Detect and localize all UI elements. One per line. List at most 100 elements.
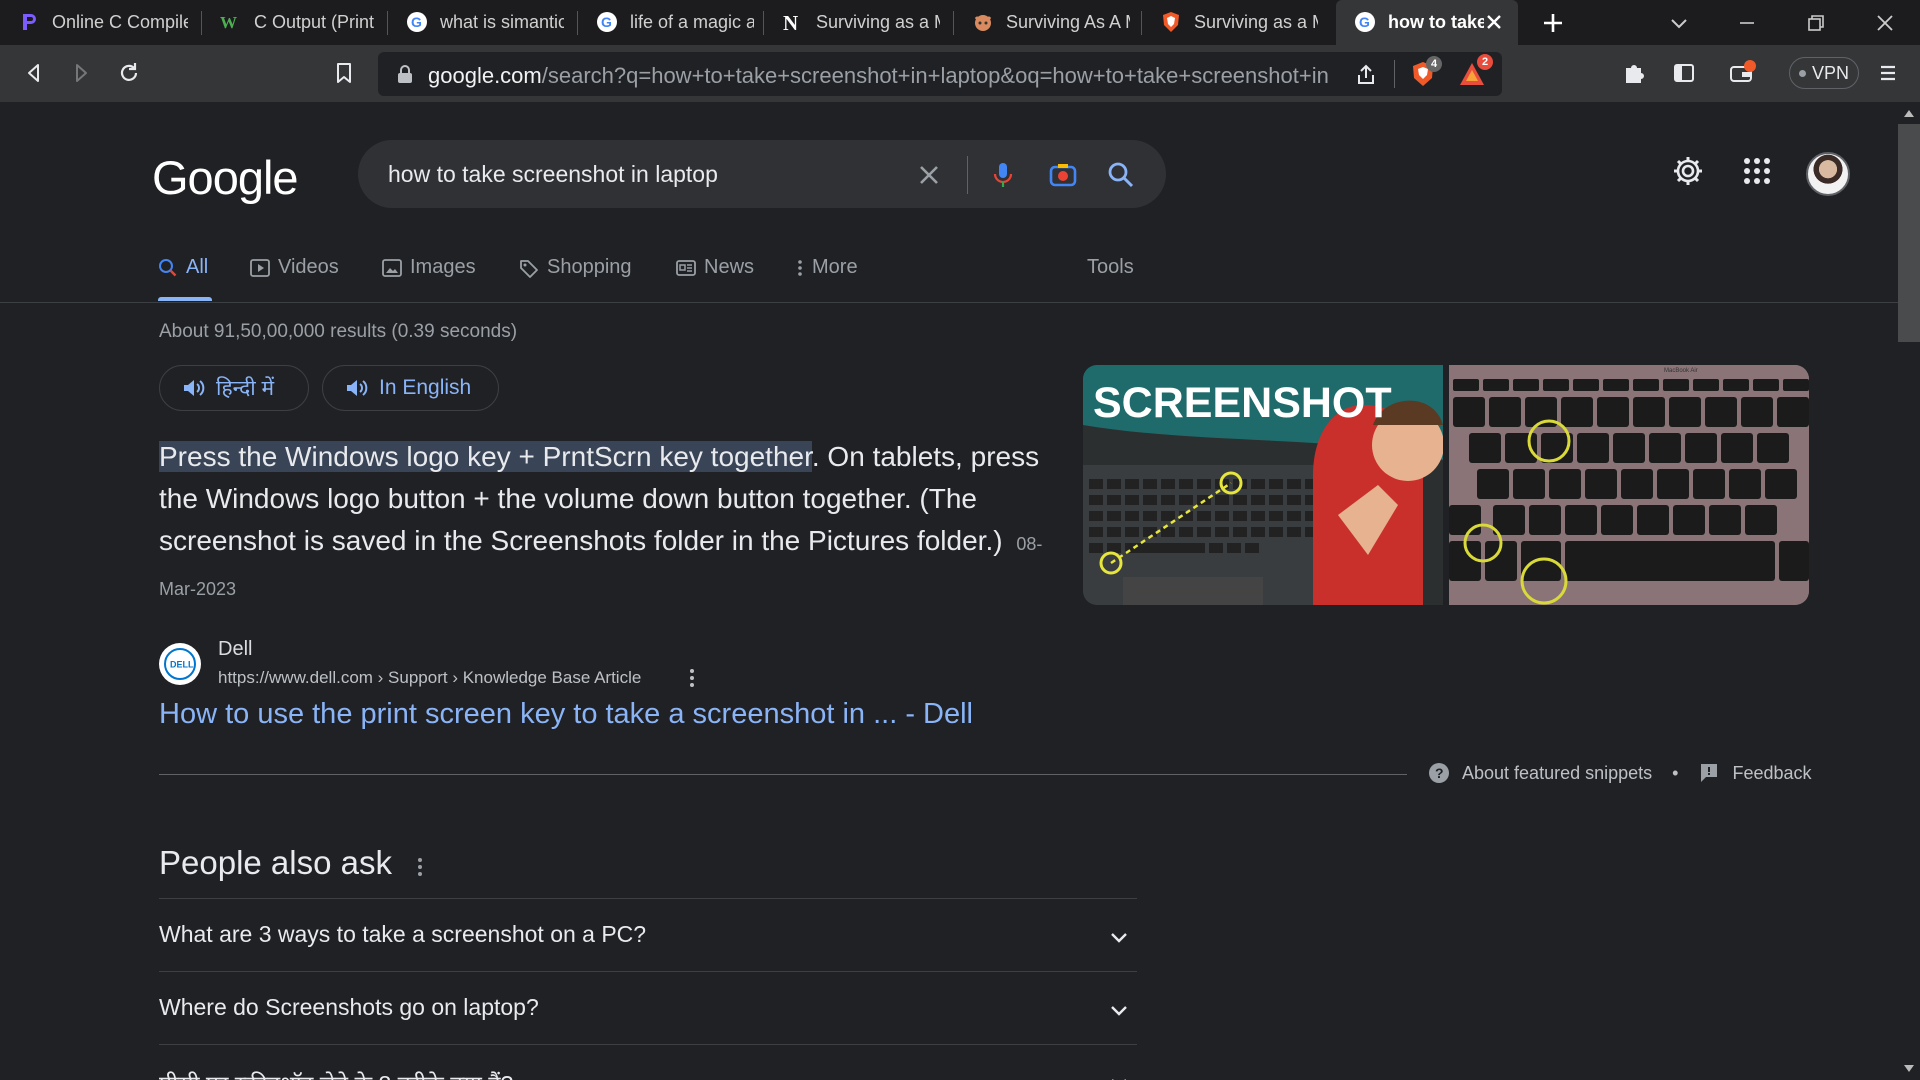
omnibox-divider [1394, 60, 1395, 88]
sidebar-icon[interactable] [1670, 59, 1698, 87]
tab-1[interactable]: Online C Compile [0, 0, 202, 45]
more-options-icon[interactable] [410, 854, 430, 880]
tab-all[interactable]: All [158, 256, 208, 279]
tab-2[interactable]: W C Output (Print T [202, 0, 388, 45]
svg-text:G: G [411, 14, 422, 30]
speaker-icon [184, 380, 205, 396]
tab-videos[interactable]: Videos [250, 256, 339, 279]
clear-search-icon[interactable] [914, 160, 944, 190]
tab-search-chevron-icon[interactable] [1666, 10, 1692, 36]
tab-more-label: More [812, 256, 858, 278]
snippet-image-1[interactable]: SCREENSHOT [1083, 365, 1443, 605]
account-avatar[interactable] [1806, 152, 1850, 196]
address-bar[interactable]: google.com/search?q=how+to+take+screensh… [378, 52, 1502, 96]
close-tab-icon[interactable] [1484, 12, 1504, 32]
scroll-down-arrow-icon[interactable] [1903, 1064, 1915, 1074]
paa-question-text: What are 3 ways to take a screenshot on … [159, 921, 647, 947]
settings-gear-icon[interactable] [1671, 154, 1705, 188]
apps-grid-icon[interactable] [1740, 154, 1774, 188]
people-also-ask-title: People also ask [159, 844, 392, 881]
minimize-icon[interactable] [1734, 10, 1760, 36]
restore-icon[interactable] [1803, 10, 1829, 36]
video-play-icon [250, 258, 270, 277]
tab-more[interactable]: More [796, 256, 858, 279]
url-host: google.com [428, 63, 542, 88]
feedback-link[interactable]: Feedback [1732, 763, 1811, 784]
paa-question-3[interactable]: पीसी पर स्क्रीनशॉट लेने के 3 तरीके क्या … [159, 1044, 1137, 1080]
reload-icon[interactable] [115, 59, 143, 87]
search-input[interactable]: how to take screenshot in laptop [388, 161, 718, 188]
tab-6[interactable]: Surviving As A M [954, 0, 1142, 45]
about-snippets-link[interactable]: About featured snippets [1462, 763, 1652, 784]
paa-question-1[interactable]: What are 3 ways to take a screenshot on … [159, 898, 1137, 971]
tab-shopping[interactable]: Shopping [519, 256, 632, 279]
tab-7[interactable]: Surviving as a M [1142, 0, 1330, 45]
lock-icon[interactable] [396, 64, 414, 84]
tab-title: what is simantic [440, 12, 564, 32]
svg-text:W: W [220, 13, 237, 32]
snippet-highlight: Press the Windows logo key + PrntScrn ke… [159, 441, 812, 472]
tools-label: Tools [1087, 256, 1134, 278]
extensions-puzzle-icon[interactable] [1620, 59, 1648, 87]
google-icon: G [597, 12, 617, 32]
new-tab-icon[interactable] [1540, 10, 1566, 36]
listen-english-label: In English [379, 376, 472, 399]
back-icon[interactable] [20, 59, 48, 87]
brave-shield-icon [1163, 12, 1179, 32]
source-name[interactable]: Dell [218, 638, 252, 661]
tab-active[interactable]: G how to take s [1336, 0, 1518, 45]
results-stats: About 91,50,00,000 results (0.39 seconds… [159, 321, 518, 342]
newspaper-icon [676, 259, 696, 276]
google-icon: G [1355, 12, 1375, 32]
image-icon [382, 258, 402, 277]
google-logo[interactable]: Google [152, 150, 299, 205]
tab-3[interactable]: G what is simantic [388, 0, 578, 45]
chevron-down-icon [1111, 933, 1127, 943]
svg-text:N: N [783, 11, 798, 33]
search-box[interactable]: how to take screenshot in laptop [358, 140, 1166, 208]
scrollbar-thumb[interactable] [1898, 124, 1920, 342]
speaker-icon [347, 380, 368, 396]
tab-news[interactable]: News [676, 256, 754, 279]
camera-lens-icon[interactable] [1048, 160, 1078, 190]
source-url[interactable]: https://www.dell.com › Support › Knowled… [218, 668, 641, 688]
microphone-icon[interactable] [988, 160, 1018, 190]
vpn-button[interactable]: VPN [1789, 57, 1859, 89]
paa-question-2[interactable]: Where do Screenshots go on laptop? [159, 971, 1137, 1044]
result-title-link[interactable]: How to use the print screen key to take … [159, 698, 973, 731]
paa-question-text: पीसी पर स्क्रीनशॉट लेने के 3 तरीके क्या … [159, 1067, 513, 1080]
bookmark-icon[interactable] [330, 59, 358, 87]
svg-text:?: ? [1435, 765, 1444, 781]
tab-4[interactable]: G life of a magic ac [578, 0, 764, 45]
listen-hindi-button[interactable]: हिन्दी में [159, 365, 309, 411]
wallet-icon[interactable] [1728, 59, 1756, 87]
svg-text:G: G [1359, 14, 1370, 30]
google-icon: G [407, 12, 427, 32]
tab-title: Surviving as a M [816, 12, 940, 32]
tab-images[interactable]: Images [382, 256, 476, 279]
search-results-page: Google how to take screenshot in laptop … [0, 102, 1898, 1080]
close-window-icon[interactable] [1872, 10, 1898, 36]
replit-icon [23, 14, 36, 30]
url-text: google.com/search?q=how+to+take+screensh… [428, 63, 1328, 89]
screenshot-keyboard-thumbnail: SCREENSHOT [1083, 365, 1443, 605]
forward-icon[interactable] [67, 59, 95, 87]
dell-logo[interactable]: DELL [159, 643, 201, 685]
menu-icon[interactable] [1874, 59, 1902, 87]
tab-title: C Output (Print T [254, 12, 378, 32]
listen-english-button[interactable]: In English [322, 365, 499, 411]
tab-title: Surviving as a M [1194, 12, 1318, 32]
w3schools-icon: W [220, 13, 237, 32]
search-icon[interactable] [1106, 160, 1136, 190]
more-options-icon[interactable] [682, 666, 702, 690]
scroll-up-arrow-icon[interactable] [1903, 108, 1915, 118]
snippet-image-2[interactable]: MacBook Air [1449, 365, 1809, 605]
tab-title: how to take s [1388, 12, 1484, 32]
tab-news-label: News [704, 256, 755, 278]
tab-5[interactable]: N Surviving as a M [764, 0, 954, 45]
tools-button[interactable]: Tools [1087, 256, 1134, 279]
share-icon[interactable] [1354, 63, 1378, 87]
tab-images-label: Images [410, 256, 476, 278]
vpn-label: VPN [1811, 62, 1849, 83]
chevron-down-icon [1111, 1006, 1127, 1016]
